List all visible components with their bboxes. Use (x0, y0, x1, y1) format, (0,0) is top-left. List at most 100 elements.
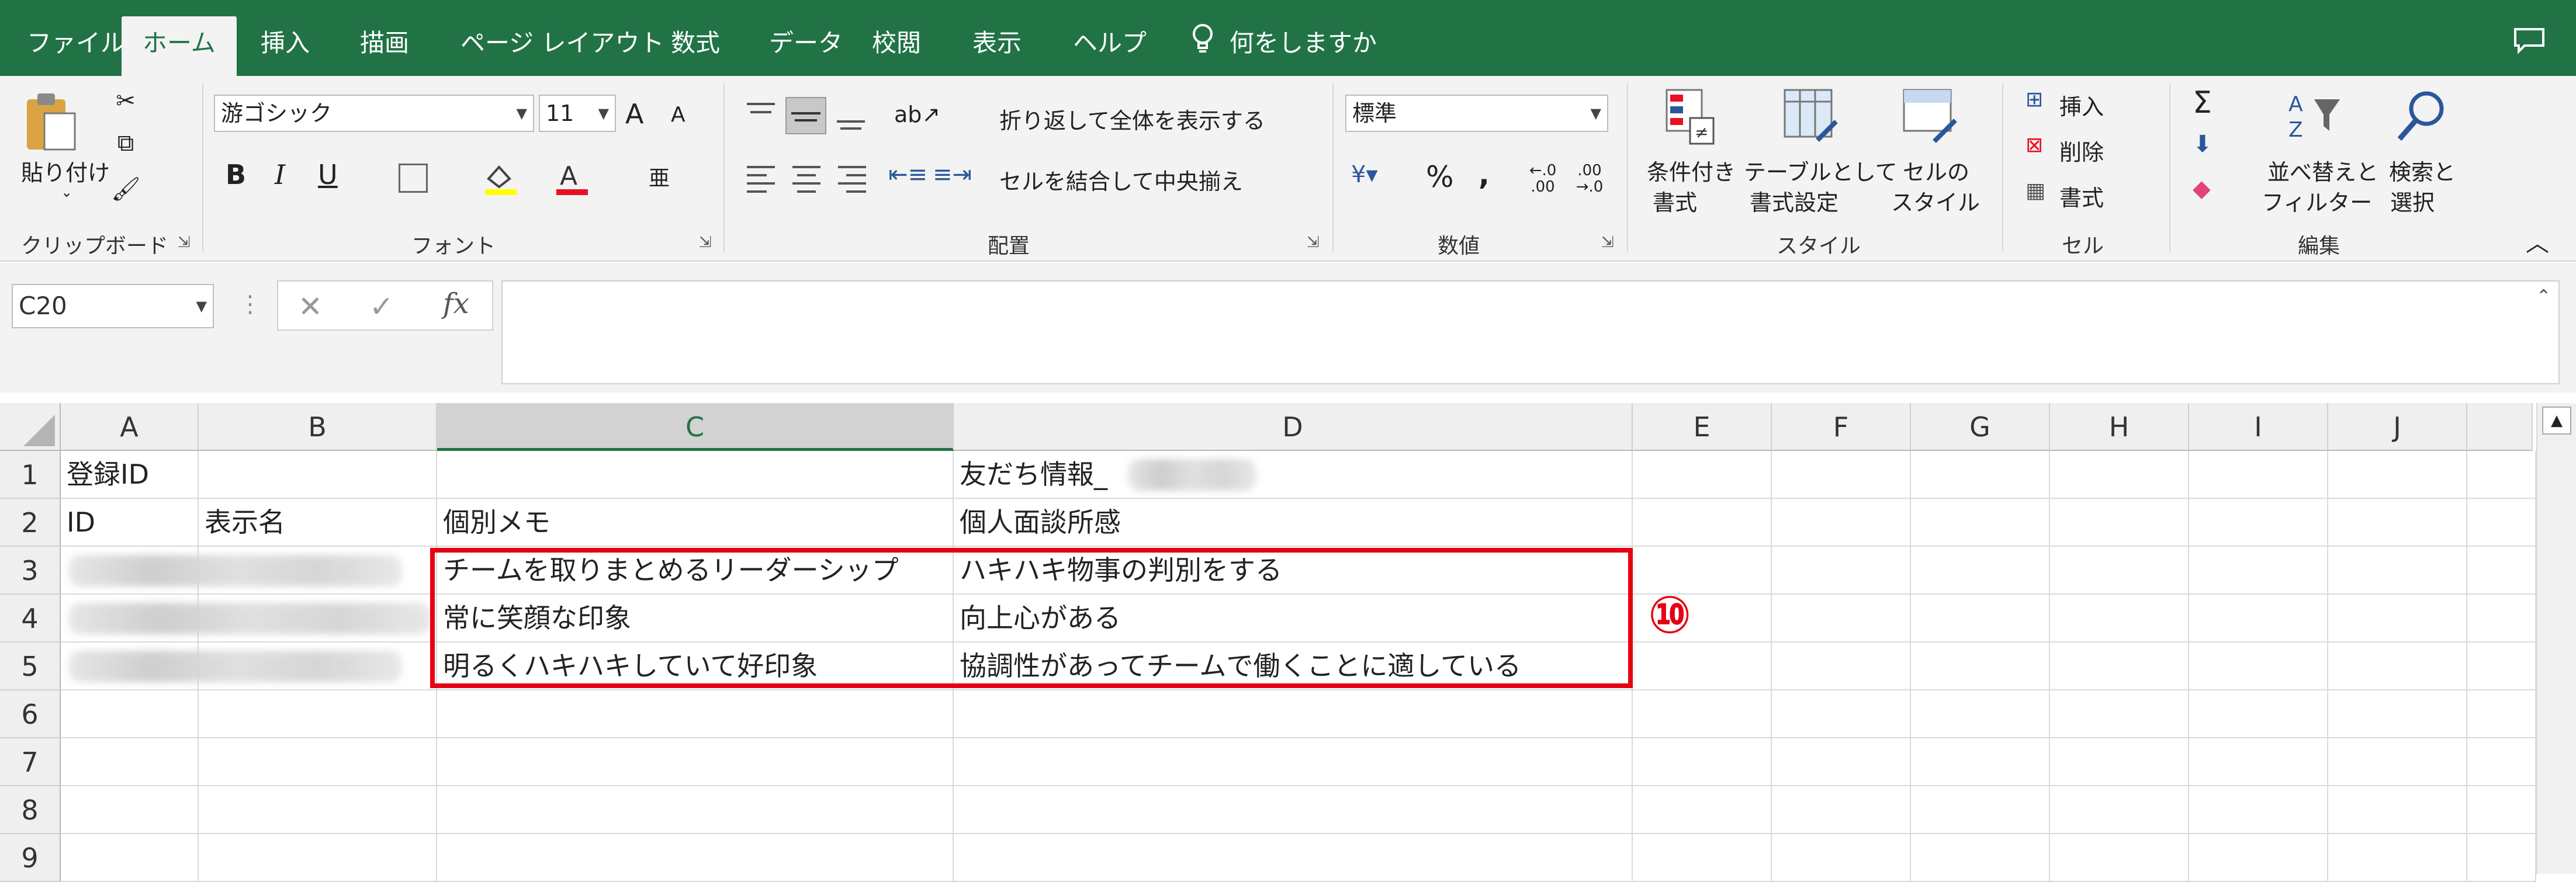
autosum-icon[interactable]: Σ (2193, 85, 2212, 120)
cell-f1[interactable] (1772, 451, 1911, 499)
cell-c7[interactable] (437, 738, 954, 786)
cell-k8[interactable] (2467, 786, 2536, 834)
cell-f2[interactable] (1772, 499, 1911, 547)
cell-k5[interactable] (2467, 643, 2536, 690)
insert-function-icon[interactable]: fx (443, 287, 469, 320)
collapse-ribbon-icon[interactable]: ︿ (2526, 224, 2549, 258)
cell-styles-button[interactable]: セルの (1903, 154, 1969, 186)
cell-j6[interactable] (2328, 690, 2467, 738)
decrease-decimal-button[interactable]: .00 →.0 (1572, 162, 1607, 195)
shrink-font-button[interactable]: A (671, 103, 685, 127)
cell-j2[interactable] (2328, 499, 2467, 547)
cell-g1[interactable] (1911, 451, 2050, 499)
italic-button[interactable]: I (275, 159, 285, 190)
cell-h8[interactable] (2050, 786, 2189, 834)
column-header-partial[interactable] (2467, 403, 2533, 451)
insert-cells-icon[interactable]: ⊞ (2026, 88, 2043, 112)
cell-i4[interactable] (2189, 595, 2328, 643)
format-cells-button[interactable]: 書式 (2059, 180, 2104, 212)
cell-g8[interactable] (1911, 786, 2050, 834)
cell-f6[interactable] (1772, 690, 1911, 738)
cell-k6[interactable] (2467, 690, 2536, 738)
align-center-icon[interactable] (789, 161, 824, 194)
sort-filter-button[interactable]: 並べ替えと (2267, 154, 2378, 186)
copy-icon[interactable]: ⧉ (111, 130, 140, 157)
cell-h1[interactable] (2050, 451, 2189, 499)
cell-a9[interactable] (61, 834, 199, 882)
tab-view[interactable]: 表示 (951, 16, 1043, 76)
cell-e2[interactable] (1633, 499, 1772, 547)
cell-i9[interactable] (2189, 834, 2328, 882)
cell-c1[interactable] (437, 451, 954, 499)
cell-b7[interactable] (199, 738, 437, 786)
row-header-8[interactable]: 8 (0, 786, 61, 834)
conditional-formatting-button[interactable]: 条件付き (1647, 154, 1736, 186)
row-header-9[interactable]: 9 (0, 834, 61, 882)
cell-g4[interactable] (1911, 595, 2050, 643)
tab-home[interactable]: ホーム (122, 16, 237, 76)
tab-insert[interactable]: 挿入 (240, 16, 331, 76)
cell-e7[interactable] (1633, 738, 1772, 786)
cell-i6[interactable] (2189, 690, 2328, 738)
column-header-i[interactable]: I (2189, 403, 2328, 451)
cell-b9[interactable] (199, 834, 437, 882)
cell-c9[interactable] (437, 834, 954, 882)
cell-f5[interactable] (1772, 643, 1911, 690)
cell-e5[interactable] (1633, 643, 1772, 690)
cell-d7[interactable] (954, 738, 1633, 786)
row-header-1[interactable]: 1 (0, 451, 61, 499)
cell-k7[interactable] (2467, 738, 2536, 786)
cell-k1[interactable] (2467, 451, 2536, 499)
column-header-d[interactable]: D (954, 403, 1633, 451)
phonetic-guide-icon[interactable]: 亜 (649, 161, 670, 192)
alignment-launcher-icon[interactable]: ⇲ (1307, 234, 1320, 251)
increase-indent-icon[interactable]: ≡⇥ (933, 161, 972, 188)
column-header-g[interactable]: G (1911, 403, 2050, 451)
cell-i7[interactable] (2189, 738, 2328, 786)
cell-h5[interactable] (2050, 643, 2189, 690)
tell-me-search[interactable]: 何をしますか (1230, 16, 1377, 76)
font-name-select[interactable]: 游ゴシック ▼ (214, 95, 534, 132)
clear-icon[interactable]: ◆ (2193, 175, 2211, 202)
fill-color-icon[interactable] (483, 161, 519, 196)
cell-e1[interactable] (1633, 451, 1772, 499)
cell-b1[interactable] (199, 451, 437, 499)
cell-g3[interactable] (1911, 547, 2050, 595)
orientation-icon[interactable]: ab↗ (894, 102, 940, 127)
cell-j5[interactable] (2328, 643, 2467, 690)
format-as-table-icon[interactable] (1782, 88, 1841, 146)
delete-cells-icon[interactable]: ⊠ (2026, 133, 2043, 157)
cell-f8[interactable] (1772, 786, 1911, 834)
format-as-table-button[interactable]: テーブルとして (1744, 154, 1898, 186)
number-format-select[interactable]: 標準 ▼ (1345, 95, 1608, 132)
cell-a2[interactable]: ID (61, 499, 199, 547)
paste-icon[interactable] (23, 89, 77, 153)
format-painter-icon[interactable]: 🖌 (111, 175, 141, 203)
cell-a7[interactable] (61, 738, 199, 786)
more-options-icon[interactable]: ⋮ (238, 291, 262, 318)
cell-styles-icon[interactable] (1902, 88, 1960, 146)
cell-g2[interactable] (1911, 499, 2050, 547)
column-header-h[interactable]: H (2050, 403, 2189, 451)
wrap-text-button[interactable]: 折り返して全体を表示する (999, 103, 1265, 135)
paste-button[interactable]: 貼り付け (21, 155, 110, 187)
font-color-icon[interactable]: A (554, 160, 590, 196)
column-header-c[interactable]: C (437, 403, 954, 451)
align-left-icon[interactable] (743, 161, 778, 194)
expand-formula-icon[interactable]: ⌃ (2536, 286, 2551, 307)
align-bottom-icon[interactable] (833, 99, 868, 132)
underline-button[interactable]: U (318, 159, 338, 190)
font-launcher-icon[interactable]: ⇲ (699, 234, 712, 251)
percent-button[interactable]: % (1426, 160, 1454, 194)
bold-button[interactable]: B (226, 159, 246, 190)
find-select-icon[interactable] (2393, 88, 2451, 146)
lightbulb-icon[interactable] (1192, 23, 1213, 53)
cell-c8[interactable] (437, 786, 954, 834)
cell-f9[interactable] (1772, 834, 1911, 882)
tab-review[interactable]: 校閲 (851, 16, 942, 76)
cell-h2[interactable] (2050, 499, 2189, 547)
cell-j8[interactable] (2328, 786, 2467, 834)
cell-a1[interactable]: 登録ID (61, 451, 199, 499)
align-middle-icon[interactable] (785, 97, 826, 134)
cell-i1[interactable] (2189, 451, 2328, 499)
